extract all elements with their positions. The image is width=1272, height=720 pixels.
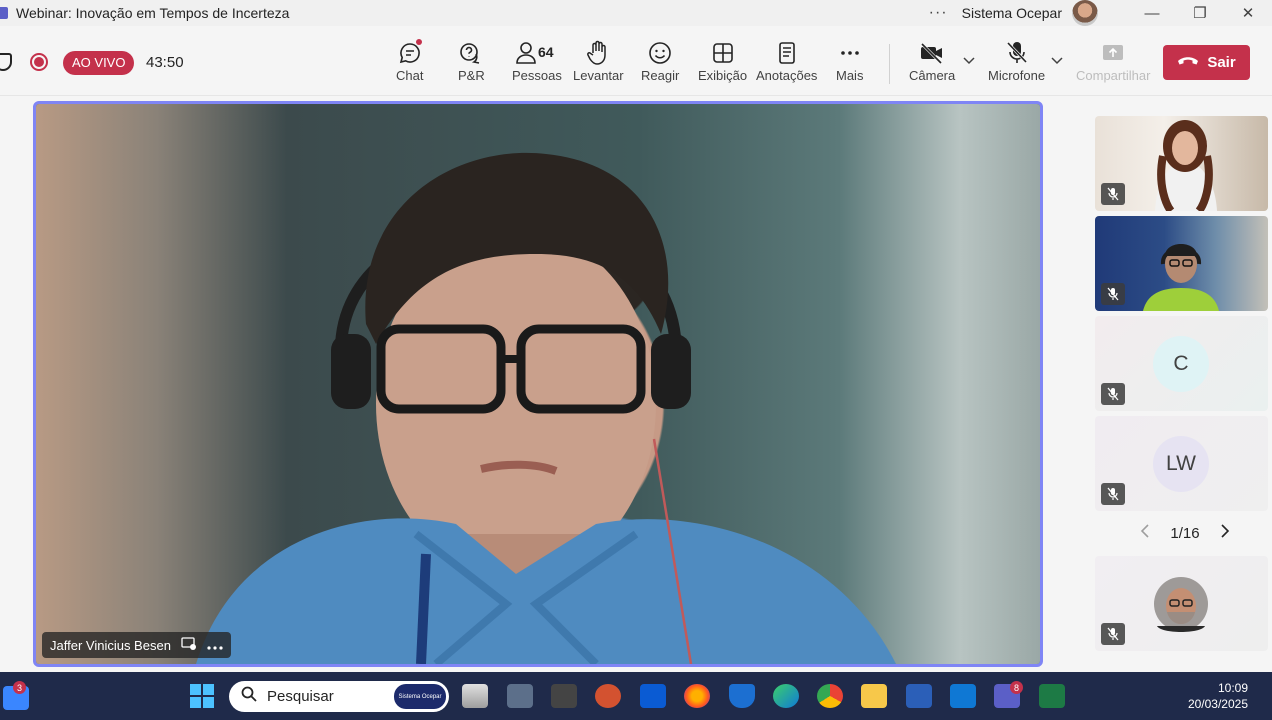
people-label: Pessoas [512,68,562,83]
chrome-icon[interactable] [817,684,843,708]
participant-tile[interactable] [1095,216,1268,311]
org-name: Sistema Ocepar [961,5,1062,21]
outlook-icon[interactable] [950,684,976,708]
notes-icon [775,38,799,68]
participant-mic-off-icon [1101,623,1125,645]
windows-start-icon[interactable] [190,684,214,713]
teams-badge: 8 [1010,681,1023,694]
notes-button[interactable]: Anotações [756,38,817,83]
qa-icon [458,38,484,68]
more-options-icon[interactable]: ··· [929,4,948,22]
shield-icon[interactable] [0,53,12,71]
mic-off-icon [1005,38,1029,68]
speaker-name-tag: Jaffer Vinicius Besen [42,632,231,658]
security-icon[interactable] [729,684,755,708]
participant-tile[interactable] [1095,556,1268,651]
task-view-icon[interactable] [462,684,488,708]
raise-hand-button[interactable]: Levantar [573,38,624,83]
pager-text: 1/16 [1170,524,1200,542]
user-avatar[interactable] [1072,0,1098,26]
notes-label: Anotações [756,68,818,83]
recording-icon [30,53,48,71]
camera-off-icon [919,38,945,68]
meeting-timer: 43:50 [146,54,184,71]
chevron-left-icon[interactable] [1140,524,1150,542]
microphone-label: Microfone [988,68,1046,83]
share-icon [1101,38,1125,68]
chevron-right-icon[interactable] [1220,524,1230,542]
remote-desktop-icon[interactable] [640,684,666,708]
firefox-icon[interactable] [684,684,710,708]
minimize-button[interactable]: — [1128,0,1176,26]
meeting-toolbar: AO VIVO 43:50 Chat P&R Pessoas 64 Levant… [0,26,1272,96]
excel-icon[interactable] [1039,684,1065,708]
file-explorer-icon[interactable] [861,684,887,708]
speaker-name: Jaffer Vinicius Besen [50,637,171,653]
clock-time: 10:09 [1217,681,1248,695]
word-icon[interactable] [906,684,932,708]
close-button[interactable]: ✕ [1224,0,1272,26]
participant-mic-off-icon [1101,383,1125,405]
participant-mic-off-icon [1101,483,1125,505]
raise-hand-icon [586,38,610,68]
speaker-video-feed [36,104,1040,664]
live-badge: AO VIVO [63,51,135,75]
react-icon [648,38,672,68]
phone-hangup-icon [1177,54,1199,71]
leave-button[interactable]: Sair [1163,45,1250,80]
camera-options-chevron-down-icon[interactable] [963,56,975,68]
qa-label: P&R [458,68,485,83]
view-label: Exibição [698,68,748,83]
participant-initials-avatar: LW [1153,436,1209,492]
media-player-icon[interactable] [551,684,577,708]
main-speaker-video[interactable]: Jaffer Vinicius Besen [33,101,1043,667]
powerpoint-icon[interactable] [595,684,621,708]
participant-tile[interactable] [1095,116,1268,211]
more-icon [838,38,862,68]
more-button[interactable]: Mais [836,38,863,83]
more-label: Mais [836,68,864,83]
people-button[interactable]: Pessoas [512,38,562,83]
people-count: 64 [538,44,554,60]
title-bar: Webinar: Inovação em Tempos de Incerteza… [0,0,1272,26]
share-label: Compartilhar [1076,68,1151,83]
participant-mic-off-icon [1101,183,1125,205]
raise-hand-label: Levantar [573,68,624,83]
participant-tile[interactable]: C [1095,316,1268,411]
calculator-icon[interactable] [507,684,533,708]
microphone-button[interactable]: Microfone [988,38,1045,83]
toolbar-divider [889,44,890,84]
camera-button[interactable]: Câmera [909,38,955,83]
react-label: Reagir [641,68,680,83]
taskbar-search[interactable]: Pesquisar Sistema Ocepar [229,681,449,712]
chat-notification-dot [416,39,422,45]
window-title: Webinar: Inovação em Tempos de Incerteza [16,5,290,21]
qa-button[interactable]: P&R [458,38,485,83]
search-icon [241,686,257,707]
search-placeholder: Pesquisar [267,688,334,705]
search-highlight-logo: Sistema Ocepar [394,684,446,709]
clock-date: 20/03/2025 [1187,697,1248,711]
edge-icon[interactable] [773,684,799,708]
view-button[interactable]: Exibição [698,38,747,83]
react-button[interactable]: Reagir [641,38,679,83]
view-icon [711,38,735,68]
chat-label: Chat [396,68,424,83]
leave-label: Sair [1207,54,1236,71]
participant-tile[interactable]: LW [1095,416,1268,511]
participant-mic-off-icon [1101,283,1125,305]
maximize-button[interactable]: ❐ [1176,0,1224,26]
camera-label: Câmera [909,68,956,83]
speaker-more-options-icon[interactable] [207,638,223,653]
participant-pager: 1/16 [1140,522,1230,544]
widgets-badge: 3 [13,681,26,694]
microphone-options-chevron-down-icon[interactable] [1051,56,1063,68]
screen-share-icon [181,636,197,654]
teams-icon [0,7,8,19]
share-button[interactable]: Compartilhar [1076,38,1150,83]
taskbar-clock[interactable]: 10:09 20/03/2025 [1188,680,1248,712]
participant-initials-avatar: C [1153,336,1209,392]
